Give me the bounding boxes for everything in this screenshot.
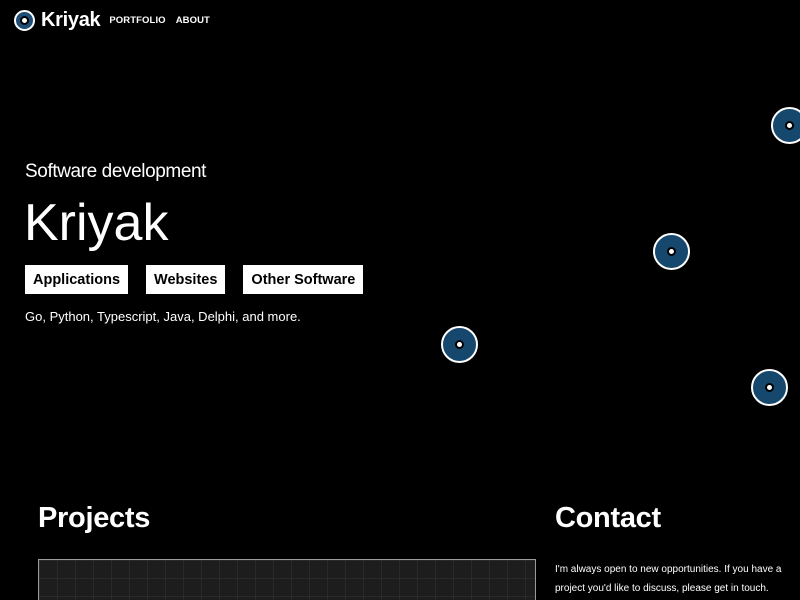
network-node-icon <box>441 326 478 363</box>
contact-text: I'm always open to new opportunities. If… <box>555 564 782 594</box>
hero-languages: Go, Python, Typescript, Java, Delphi, an… <box>25 309 301 324</box>
websites-button[interactable]: Websites <box>146 265 226 294</box>
brand-name: Kriyak <box>41 8 101 31</box>
network-node-icon <box>653 233 690 270</box>
contact-title: Contact <box>555 502 661 534</box>
brand-logo-link[interactable]: Kriyak <box>14 8 101 32</box>
kriyak-logo-icon <box>14 9 35 31</box>
applications-button[interactable]: Applications <box>25 265 129 294</box>
hero-subtitle: Software development <box>25 161 207 182</box>
navbar: Kriyak PORTFOLIO ABOUT <box>0 0 800 40</box>
network-node-icon <box>751 369 788 406</box>
other-software-button[interactable]: Other Software <box>243 265 364 294</box>
projects-title: Projects <box>38 502 151 534</box>
network-node-icon <box>771 107 800 144</box>
nav-links: PORTFOLIO ABOUT <box>109 15 220 26</box>
nav-link-portfolio[interactable]: PORTFOLIO <box>109 15 165 26</box>
project-card[interactable] <box>38 559 536 600</box>
hero-buttons: Applications Websites Other Software <box>25 265 381 294</box>
hero-title: Kriyak <box>24 194 169 252</box>
nav-link-about[interactable]: ABOUT <box>176 15 210 26</box>
